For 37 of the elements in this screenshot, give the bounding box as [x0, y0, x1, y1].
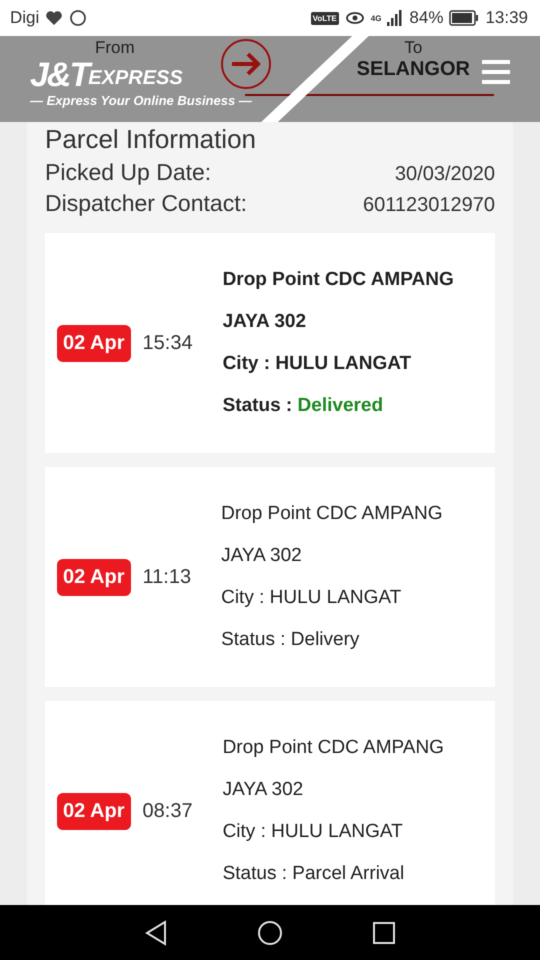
heart-icon: [45, 10, 64, 26]
event-city: City : HULU LANGAT: [222, 820, 404, 844]
menu-icon[interactable]: [482, 60, 510, 84]
date-badge: 02 Apr: [57, 792, 131, 830]
event-location: Drop Point CDC AMPANG JAYA 302: [221, 502, 444, 568]
battery-icon: [449, 10, 480, 26]
signal-icon: [387, 10, 404, 26]
clock-time: 13:39: [485, 8, 528, 28]
home-icon[interactable]: [257, 920, 283, 946]
field-label: Picked Up Date:: [45, 159, 212, 186]
date-badge: 02 Apr: [57, 324, 131, 362]
network-type: 4G: [370, 14, 382, 22]
recents-icon[interactable]: [373, 922, 395, 944]
to-state: SELANGOR: [356, 58, 470, 81]
eye-icon: [344, 11, 365, 25]
battery-percent: 84%: [409, 8, 444, 28]
event-time: 11:13: [142, 566, 192, 588]
event-status: Status : Parcel Arrival: [222, 862, 406, 886]
event-status: Status : Delivery: [221, 628, 360, 652]
field-label: Dispatcher Contact:: [45, 190, 247, 217]
field-value: 601123012970: [363, 194, 495, 217]
back-icon[interactable]: [145, 920, 167, 946]
event-status: Status : Delivered: [222, 394, 384, 418]
event-location: Drop Point CDC AMPANG JAYA 302: [222, 268, 455, 334]
from-label: From: [95, 38, 135, 58]
event-city: City : HULU LANGAT: [221, 586, 402, 610]
logo-tagline: — Express Your Online Business —: [30, 93, 252, 108]
volte-indicator: VoLTE: [310, 12, 339, 24]
event-time: 08:37: [142, 800, 193, 822]
to-label: To: [404, 38, 422, 58]
event-location: Drop Point CDC AMPANG JAYA 302: [222, 736, 445, 802]
event-time: 15:34: [142, 332, 193, 354]
event-city: City : HULU LANGAT: [222, 352, 412, 376]
section-title: Parcel Information: [45, 124, 257, 155]
carrier-name: Digi: [10, 8, 40, 28]
date-badge: 02 Apr: [57, 558, 131, 596]
field-value: 30/03/2020: [394, 163, 495, 186]
